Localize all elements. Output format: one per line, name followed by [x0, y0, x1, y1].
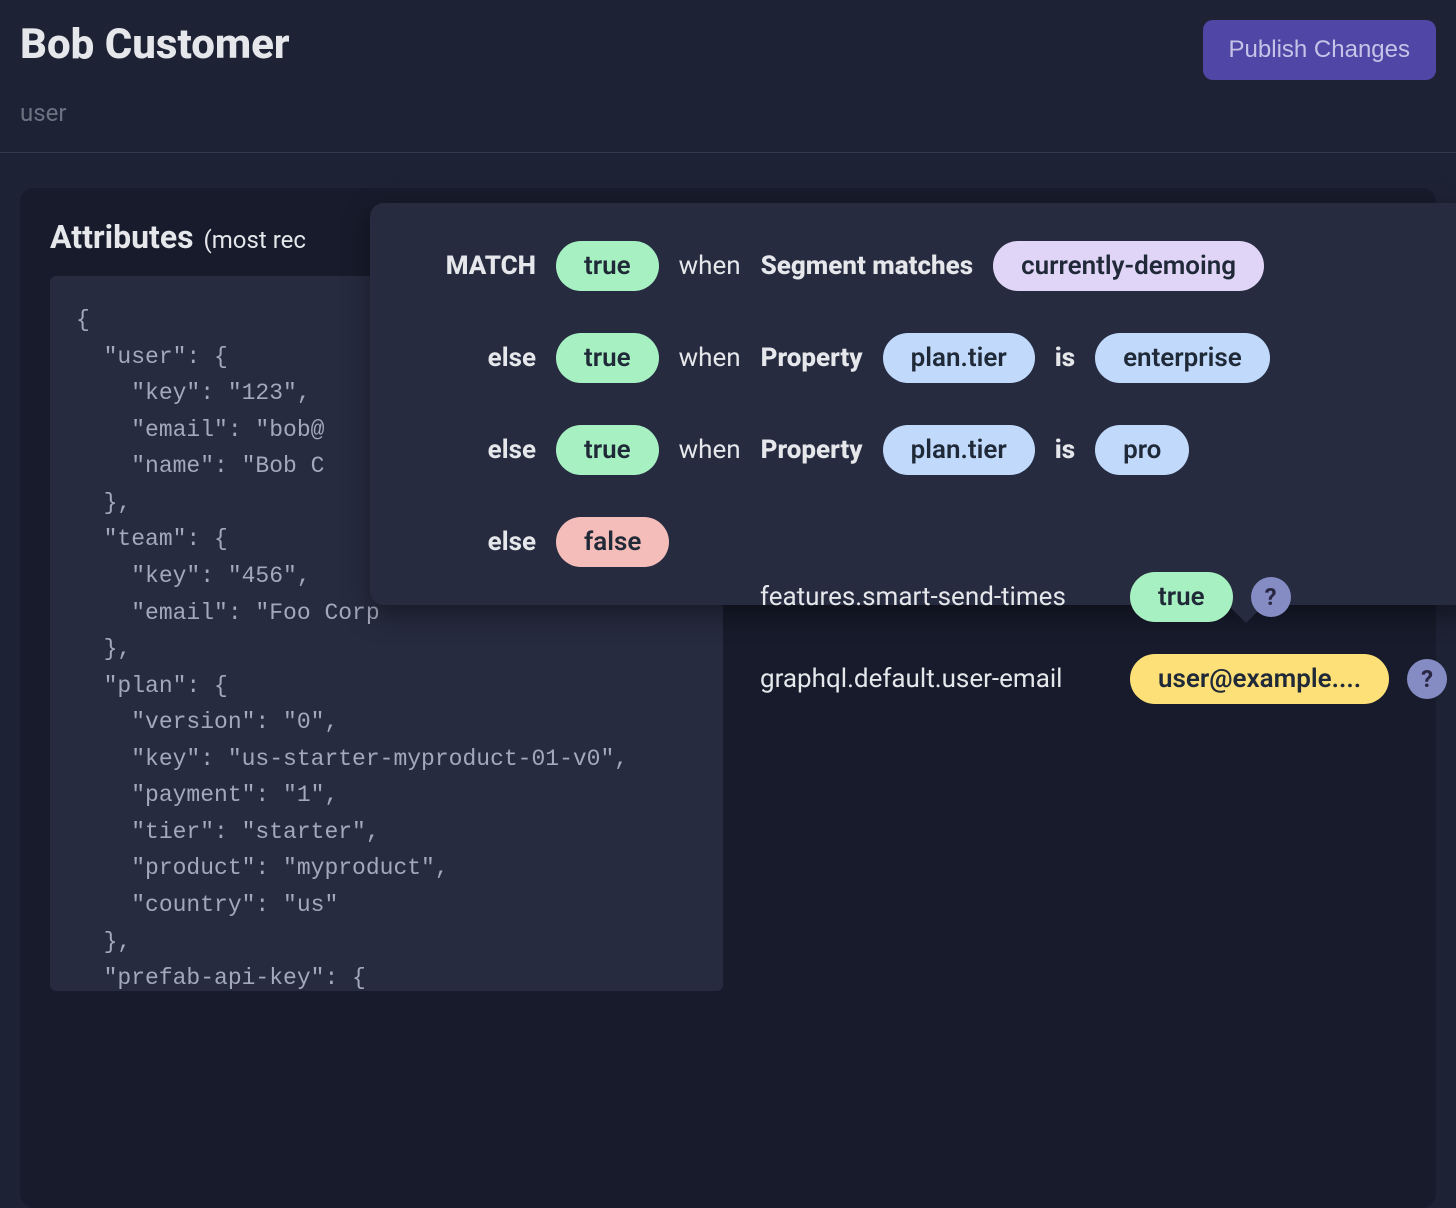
feature-value-pill: true — [1130, 572, 1233, 622]
rule-result-pill: true — [556, 425, 659, 475]
rule-when-text: when — [679, 435, 741, 465]
rule-condition-type: Property — [761, 435, 863, 465]
feature-row: graphql.default.user-email user@example..… — [760, 654, 1447, 704]
publish-button[interactable]: Publish Changes — [1203, 20, 1436, 80]
rule-when-text: when — [679, 343, 741, 373]
attributes-note: (most rec — [204, 226, 306, 254]
rule-value-pill: enterprise — [1095, 333, 1270, 383]
rule-value-pill: currently-demoing — [993, 241, 1264, 291]
rule-operator: is — [1055, 343, 1075, 373]
rule-match-label: MATCH — [416, 251, 536, 281]
rule-result-pill: false — [556, 517, 669, 567]
rule-value-pill: plan.tier — [883, 425, 1035, 475]
rule-result-pill: true — [556, 241, 659, 291]
rule-condition-type: Property — [761, 343, 863, 373]
page-title: Bob Customer — [20, 20, 290, 69]
subtitle: user — [20, 99, 290, 127]
rule-row: else true when Property plan.tier ispro — [416, 425, 1432, 475]
rule-operator: is — [1055, 435, 1075, 465]
rule-else-label: else — [416, 343, 536, 373]
rule-result-pill: true — [556, 333, 659, 383]
rule-when-text: when — [679, 251, 741, 281]
rule-value-pill: pro — [1095, 425, 1189, 475]
rule-row: else true when Property plan.tier is enterpris… — [416, 333, 1432, 383]
help-icon[interactable]: ? — [1407, 659, 1447, 699]
rule-condition-type: Segment matches — [761, 251, 973, 281]
feature-name: graphql.default.user-email — [760, 664, 1112, 694]
divider — [0, 152, 1456, 153]
feature-name: features.smart-send-times — [760, 582, 1112, 612]
rule-else-label: else — [416, 435, 536, 465]
feature-row: features.smart-send-times true? — [760, 572, 1447, 622]
rule-row: MATCH true when Segment matches currently-de… — [416, 241, 1432, 291]
feature-value-pill: user@example.... — [1130, 654, 1389, 704]
main-panel: Attributes (most rec { "user": { "key": … — [20, 188, 1436, 1208]
attributes-title: Attributes — [50, 218, 194, 256]
rule-row: else false — [416, 517, 1432, 567]
rule-value-pill: plan.tier — [883, 333, 1035, 383]
rules-popover: MATCH true when Segment matches currently-de… — [370, 203, 1456, 605]
rule-else-label: else — [416, 527, 536, 557]
help-icon[interactable]: ? — [1251, 577, 1291, 617]
